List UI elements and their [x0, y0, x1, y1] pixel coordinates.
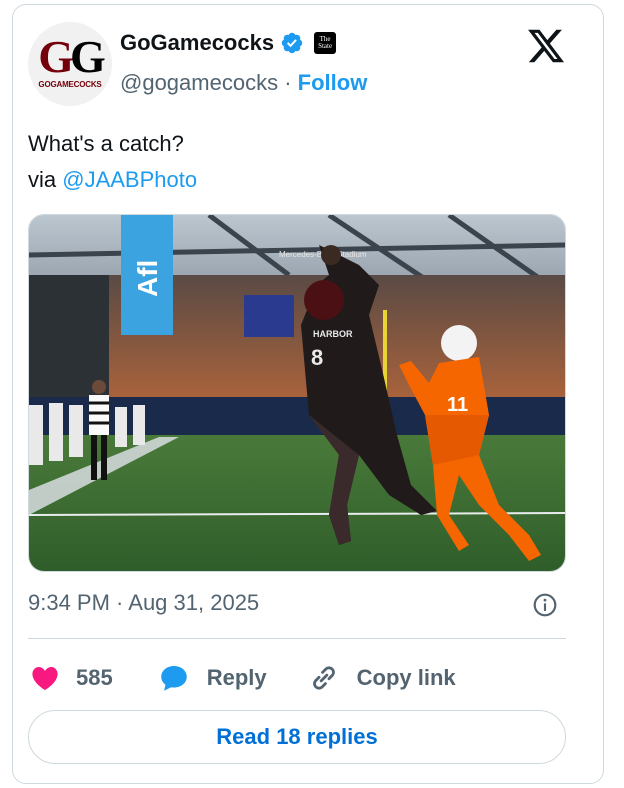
like-count: 585 — [76, 665, 113, 690]
tweet-photo[interactable]: Afl Mercedes-Benz Stadium HARBOR 8 11 — [28, 214, 566, 572]
timestamp[interactable]: 9:34 PM · Aug 31, 2025 — [28, 590, 259, 616]
crowd — [29, 275, 565, 415]
link-icon — [312, 666, 335, 690]
avatar-subtitle: GOGAMECOCKS — [38, 80, 102, 89]
avatar-letter: G — [70, 31, 106, 82]
handle[interactable]: @gogamecocks — [120, 70, 278, 95]
follow-button[interactable]: Follow — [298, 70, 368, 95]
left-stands — [29, 275, 109, 415]
divider — [28, 638, 566, 639]
avatar-letter: G — [38, 31, 74, 82]
jersey-number: 11 — [447, 394, 468, 416]
tweet-line: via @JAABPhoto — [28, 162, 197, 198]
info-icon[interactable] — [532, 592, 558, 618]
tweet-text: What's a catch? via @JAABPhoto — [28, 126, 197, 198]
separator: · — [284, 70, 292, 95]
handle-row: @gogamecocks · Follow — [120, 70, 367, 96]
tweet-line: What's a catch? — [28, 131, 184, 156]
jersey-number: 8 — [311, 345, 323, 370]
read-replies-button[interactable]: Read 18 replies — [28, 710, 566, 764]
like-button[interactable]: 585 — [28, 661, 113, 695]
copy-link-label: Copy link — [356, 665, 456, 690]
football — [321, 245, 341, 265]
affiliate-badge-icon: The State — [314, 32, 337, 54]
jersey-name: HARBOR — [313, 329, 353, 339]
reply-label: Reply — [206, 665, 267, 690]
mention-link[interactable]: @JAABPhoto — [62, 167, 197, 192]
verified-badge-icon — [281, 32, 303, 54]
copy-link-button[interactable]: Copy link — [307, 661, 456, 695]
video-board — [244, 295, 294, 337]
via-label: via — [28, 167, 57, 192]
display-name[interactable]: GoGamecocks — [120, 30, 274, 56]
reply-button[interactable]: Reply — [157, 661, 267, 695]
x-logo-icon[interactable] — [526, 26, 566, 66]
action-bar: 585 Reply Copy link — [28, 660, 456, 696]
banner-text: Afl — [132, 260, 163, 297]
avatar[interactable]: GG GOGAMECOCKS — [28, 22, 112, 106]
author-name-row: GoGamecocks The State — [120, 30, 337, 56]
reply-bubble-icon — [160, 665, 187, 691]
football-catch-photo: Afl Mercedes-Benz Stadium HARBOR 8 11 — [29, 215, 565, 571]
heart-icon — [32, 666, 58, 691]
